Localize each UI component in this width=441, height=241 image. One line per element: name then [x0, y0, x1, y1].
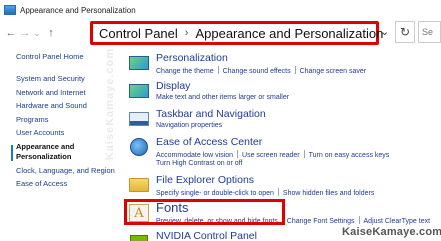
category-links: Navigation properties [156, 122, 222, 129]
link-screen-reader[interactable]: Use screen reader [242, 152, 300, 159]
link-cleartype[interactable]: Adjust ClearType text [364, 218, 431, 225]
link-change-sound-effects[interactable]: Change sound effects [223, 68, 291, 75]
category-heading[interactable]: NVIDIA Control Panel [156, 230, 257, 241]
category-links: Make text and other items larger or smal… [156, 94, 289, 101]
sidebar-home-link[interactable]: Control Panel Home [16, 52, 84, 61]
category-heading[interactable]: Ease of Access Center [156, 136, 262, 148]
sidebar: Control Panel Home System and Security N… [0, 46, 120, 241]
nvidia-icon[interactable] [128, 231, 150, 241]
link-low-vision[interactable]: Accommodate low vision [156, 152, 233, 159]
breadcrumb-separator-icon[interactable]: › [185, 27, 189, 39]
search-input[interactable]: Se [418, 21, 441, 43]
link-high-contrast[interactable]: Turn High Contrast on or off [156, 160, 242, 167]
personalization-icon[interactable] [128, 53, 150, 73]
sidebar-item-ease-of-access[interactable]: Ease of Access [16, 177, 120, 191]
category-links: Specify single- or double-click to open S… [156, 188, 374, 197]
link-font-settings[interactable]: Change Font Settings [287, 218, 355, 225]
category-heading[interactable]: Display [156, 80, 190, 92]
refresh-button[interactable]: ↻ [395, 21, 415, 43]
link-hidden-files[interactable]: Show hidden files and folders [283, 190, 374, 197]
title-bar: Appearance and Personalization [0, 0, 441, 20]
display-icon[interactable] [128, 81, 150, 101]
fonts-highlight-box [124, 199, 285, 225]
breadcrumb[interactable]: Control Panel › Appearance and Personali… [90, 21, 383, 45]
category-links: Accommodate low vision Use screen reader T… [156, 150, 389, 159]
category-heading[interactable]: Personalization [156, 52, 228, 64]
up-arrow-icon[interactable]: ↑ [44, 27, 58, 39]
link-single-double-click[interactable]: Specify single- or double-click to open [156, 190, 274, 197]
taskbar-icon[interactable] [128, 109, 150, 129]
brand-watermark: KaiseKamaye.com [342, 226, 441, 238]
ease-of-access-icon[interactable] [128, 137, 150, 157]
breadcrumb-control-panel[interactable]: Control Panel [99, 26, 178, 41]
link-change-screen-saver[interactable]: Change screen saver [300, 68, 367, 75]
link-text-size[interactable]: Make text and other items larger or smal… [156, 94, 289, 101]
window-title: Appearance and Personalization [20, 5, 136, 15]
back-arrow-icon[interactable]: ← [4, 27, 18, 39]
category-links-row2: Turn High Contrast on or off [156, 160, 242, 167]
refresh-icon: ↻ [399, 25, 411, 39]
category-heading[interactable]: Taskbar and Navigation [156, 108, 266, 120]
category-links: Change the theme Change sound effects Chan… [156, 66, 366, 75]
control-panel-icon [4, 5, 16, 15]
folder-icon[interactable] [128, 175, 150, 195]
link-navigation-properties[interactable]: Navigation properties [156, 122, 222, 129]
link-easy-access-keys[interactable]: Turn on easy access keys [309, 152, 390, 159]
address-dropdown-icon[interactable]: ⌄ [380, 25, 389, 38]
sidebar-item-clock-region[interactable]: Clock, Language, and Region [16, 164, 120, 178]
watermark-text: KaiseKamaye.com [104, 48, 116, 161]
recent-locations-icon[interactable]: ⌄ [32, 28, 42, 39]
category-heading[interactable]: File Explorer Options [156, 174, 254, 186]
forward-arrow-icon[interactable]: → [18, 27, 32, 39]
address-bar: ← → ⌄ ↑ Control Panel › Appearance and P… [0, 20, 441, 46]
breadcrumb-appearance[interactable]: Appearance and Personalization [195, 26, 383, 41]
link-change-theme[interactable]: Change the theme [156, 68, 214, 75]
